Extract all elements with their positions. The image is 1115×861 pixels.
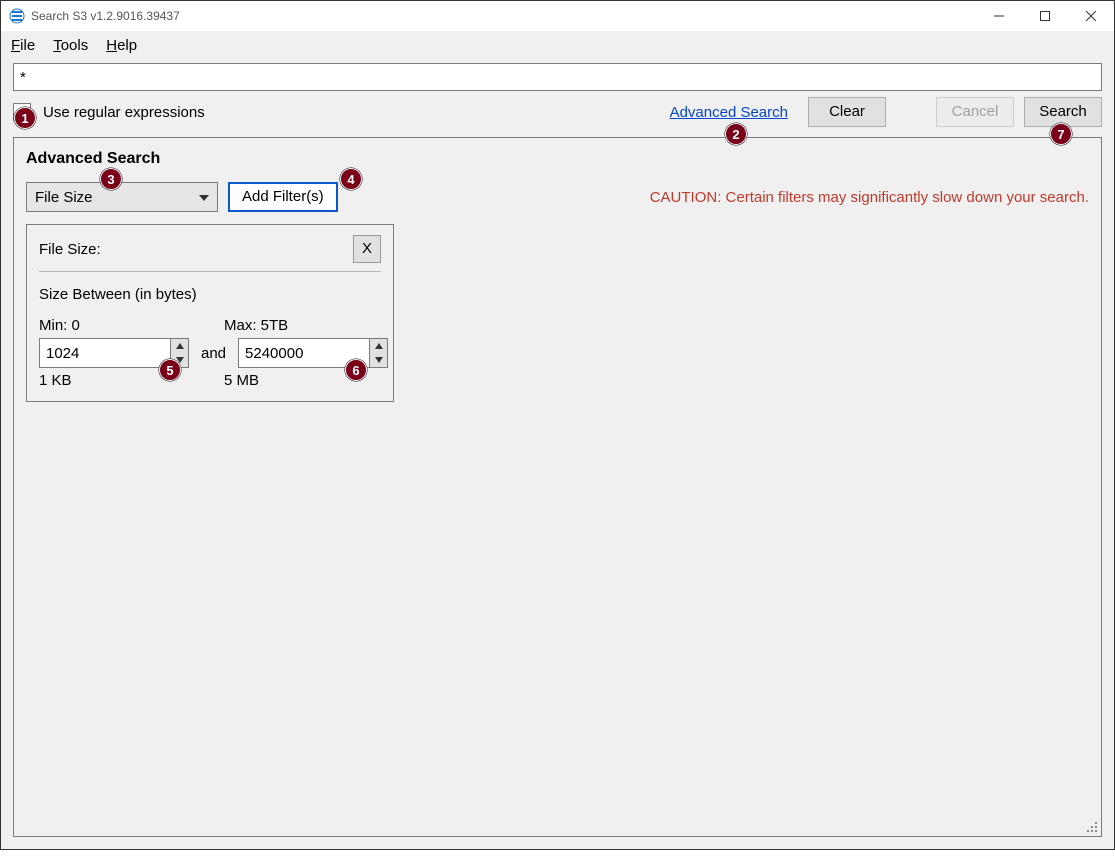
add-filter-button[interactable]: Add Filter(s): [228, 182, 338, 212]
search-button[interactable]: Search: [1024, 97, 1102, 127]
filter-bar: File Size Add Filter(s) CAUTION: Certain…: [26, 182, 1089, 212]
clear-button[interactable]: Clear: [808, 97, 886, 127]
filter-card-title: File Size:: [39, 241, 101, 258]
max-size-input[interactable]: [238, 338, 370, 368]
resize-grip-icon[interactable]: [1085, 820, 1099, 834]
regex-label: Use regular expressions: [43, 104, 205, 121]
min-stepper-up-icon[interactable]: [171, 339, 188, 353]
min-size-stepper[interactable]: [39, 338, 189, 368]
max-stepper-up-icon[interactable]: [370, 339, 387, 353]
max-size-stepper[interactable]: [238, 338, 388, 368]
cancel-button: Cancel: [936, 97, 1014, 127]
window-title: Search S3 v1.2.9016.39437: [31, 9, 180, 23]
titlebar: Search S3 v1.2.9016.39437: [1, 1, 1114, 31]
search-row: [1, 59, 1114, 91]
max-label: Max: 5TB: [224, 317, 381, 334]
regex-checkbox[interactable]: [13, 103, 31, 121]
advanced-search-panel: Advanced Search File Size Add Filter(s) …: [13, 137, 1102, 837]
max-readable: 5 MB: [224, 372, 381, 389]
separator: [39, 271, 381, 272]
min-readable: 1 KB: [39, 372, 196, 389]
filter-card-file-size: File Size: X Size Between (in bytes) Min…: [26, 224, 394, 402]
search-input[interactable]: [13, 63, 1102, 91]
close-window xbutton[interactable]: [1068, 1, 1114, 31]
menubar: File Tools Help: [1, 31, 1114, 59]
app-window: Search S3 v1.2.9016.39437 File Tools Hel…: [0, 0, 1115, 850]
min-stepper-down-icon[interactable]: [171, 353, 188, 367]
app-icon: [9, 8, 25, 24]
panel-wrap: Advanced Search File Size Add Filter(s) …: [1, 137, 1114, 849]
toolbar: Use regular expressions Advanced Search …: [1, 91, 1114, 137]
max-stepper-down-icon[interactable]: [370, 353, 387, 367]
menu-help[interactable]: Help: [106, 37, 137, 54]
size-between-label: Size Between (in bytes): [39, 286, 381, 303]
and-label: and: [201, 345, 226, 362]
panel-title: Advanced Search: [26, 150, 1089, 168]
caution-text: CAUTION: Certain filters may significant…: [650, 189, 1089, 206]
filter-type-combo[interactable]: File Size: [26, 182, 218, 212]
menu-tools[interactable]: Tools: [53, 37, 88, 54]
min-size-input[interactable]: [39, 338, 171, 368]
min-label: Min: 0: [39, 317, 196, 334]
menu-file[interactable]: File: [11, 37, 35, 54]
advanced-search-link[interactable]: Advanced Search: [670, 104, 788, 121]
minimize-button[interactable]: [976, 1, 1022, 31]
maximize-button[interactable]: [1022, 1, 1068, 31]
window-controls: [976, 1, 1114, 31]
filter-type-value: File Size: [35, 189, 93, 206]
filter-card-close-button[interactable]: X: [353, 235, 381, 263]
